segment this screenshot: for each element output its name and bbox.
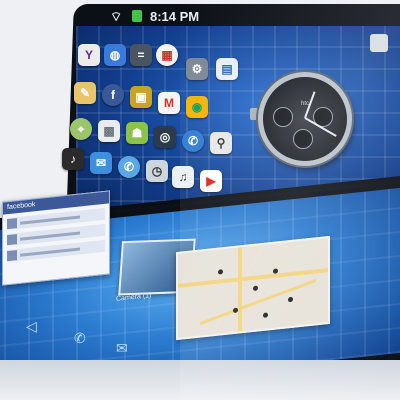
map-pin[interactable] xyxy=(253,285,258,291)
music-icon[interactable]: ♪ xyxy=(62,148,84,170)
yahoo-icon[interactable]: Y xyxy=(78,44,100,66)
wifi-icon: ⌔ xyxy=(110,9,123,24)
android-icon[interactable]: ☗ xyxy=(126,122,148,144)
talk-icon[interactable]: ✉ xyxy=(90,152,112,174)
notes-icon[interactable]: ✎ xyxy=(74,82,96,104)
back-icon[interactable]: ◁ xyxy=(26,318,37,335)
gmail-icon[interactable]: M xyxy=(158,92,180,114)
device-edge xyxy=(0,360,400,400)
phone-icon[interactable]: ✆ xyxy=(182,130,204,152)
map-road xyxy=(238,247,242,332)
gallery-icon[interactable]: ▩ xyxy=(98,120,120,142)
youtube-icon[interactable]: ▶ xyxy=(200,170,222,192)
status-bar: ⌔ 8:14 PM xyxy=(82,6,400,26)
corner-button[interactable] xyxy=(370,34,388,52)
camera-icon[interactable]: ◎ xyxy=(154,126,176,148)
tablet-scene: ⌔ 8:14 PM Y ◍ = ▦ ⚙ ▤ ✎ f ▣ M ◉ ⌖ ▩ ☗ ◎ ✆ ⚲ ♪ ✉ ✆ ◷ ♫ ▶ htc fa… xyxy=(0,0,400,400)
phone-icon[interactable]: ✆ xyxy=(74,330,86,347)
calendar-icon[interactable]: ▦ xyxy=(156,44,178,66)
map-window[interactable] xyxy=(176,235,330,341)
facebook-icon[interactable]: f xyxy=(102,84,124,106)
analog-clock-widget[interactable]: htc xyxy=(258,72,352,166)
map-road xyxy=(199,278,317,326)
battery-icon xyxy=(132,10,142,22)
microphone-icon[interactable]: ♫ xyxy=(172,166,194,188)
search-icon[interactable]: ⚲ xyxy=(210,132,232,154)
chrome-icon[interactable]: ◉ xyxy=(186,96,208,118)
clock-subdial-left xyxy=(273,107,293,127)
mail-icon[interactable]: ✉ xyxy=(116,340,128,357)
clock-subdial-bottom xyxy=(293,129,313,149)
clock-app-icon[interactable]: ◷ xyxy=(146,160,168,182)
maps-icon[interactable]: ⌖ xyxy=(70,118,92,140)
map-pin[interactable] xyxy=(288,296,293,303)
map-pin[interactable] xyxy=(218,269,223,275)
grid-app-icon[interactable]: ▤ xyxy=(216,58,238,80)
globe-icon[interactable]: ◍ xyxy=(104,44,126,66)
map-pin[interactable] xyxy=(263,312,268,318)
photo-icon[interactable]: ▣ xyxy=(130,86,152,108)
facebook-window[interactable]: facebook xyxy=(2,190,110,286)
voice-icon[interactable]: ✆ xyxy=(118,156,140,178)
clock-brand: htc xyxy=(300,101,309,107)
calculator-icon[interactable]: = xyxy=(130,44,152,66)
settings-icon[interactable]: ⚙ xyxy=(186,58,208,80)
status-time: 8:14 PM xyxy=(150,9,200,24)
